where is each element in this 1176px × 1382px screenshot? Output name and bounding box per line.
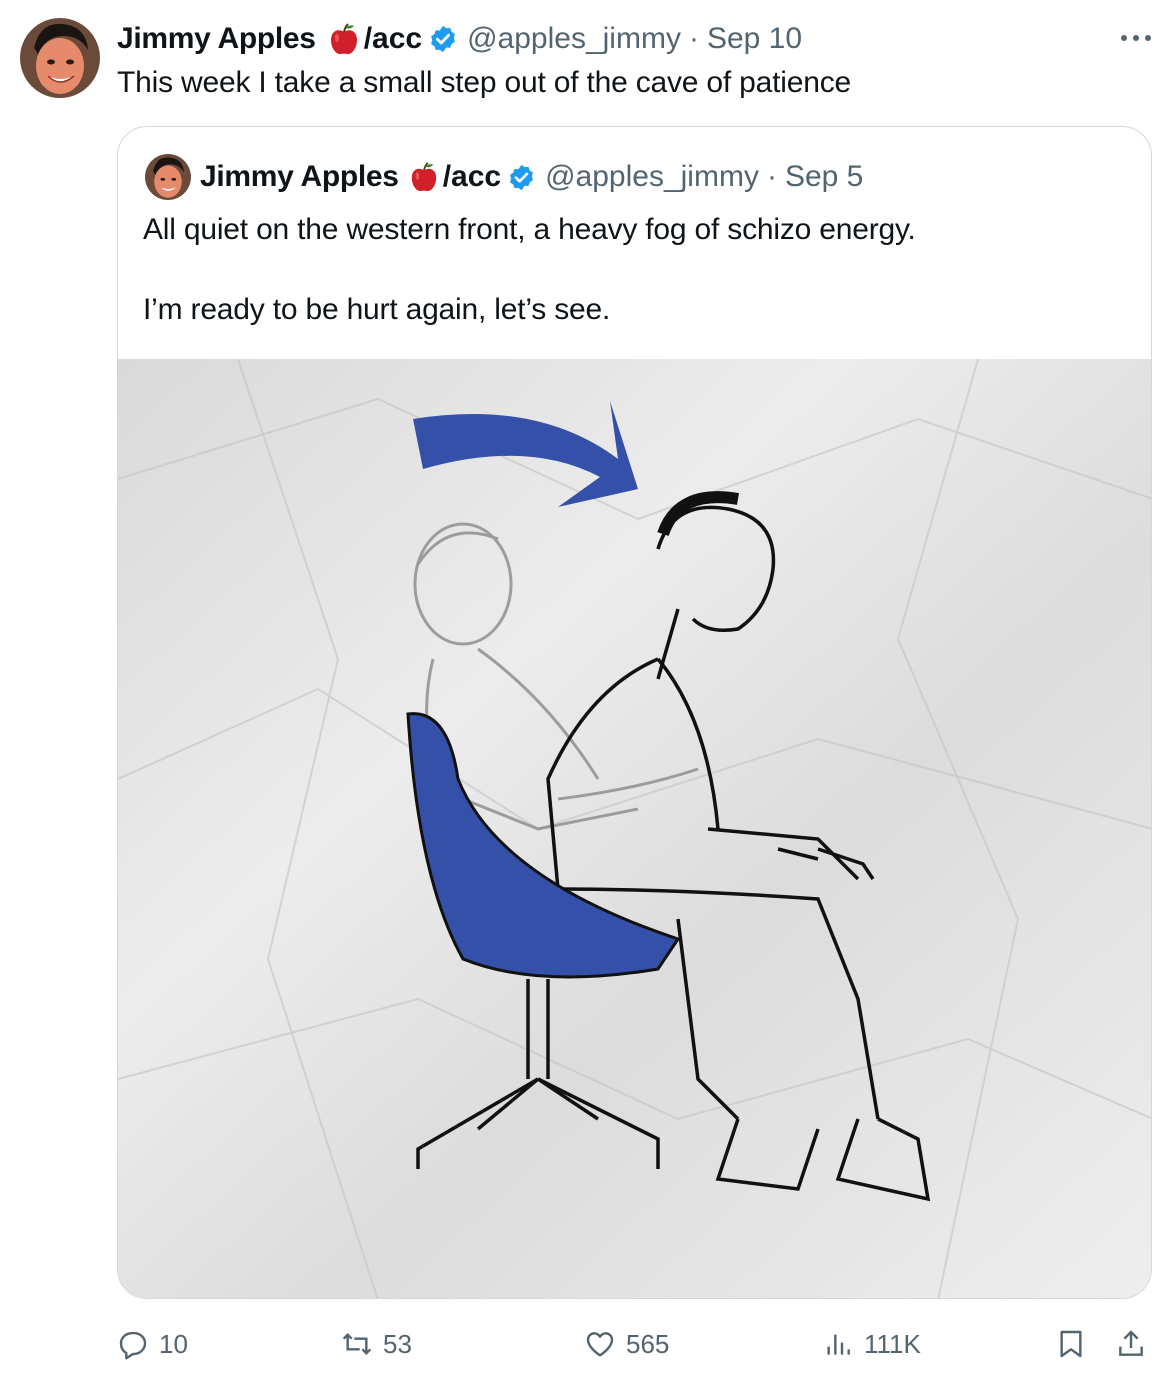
quoted-header: Jimmy Apples /acc @apples_jimmy · Sep 5	[200, 157, 863, 197]
separator-dot: ·	[766, 160, 777, 193]
share-icon	[1119, 1330, 1143, 1356]
separator-dot: ·	[688, 22, 699, 55]
reply-icon	[119, 1331, 147, 1360]
quoted-text-line: All quiet on the western front, a heavy …	[143, 213, 916, 246]
verified-badge-icon	[507, 163, 536, 192]
apple-emoji-icon	[409, 161, 439, 193]
quoted-text-line: I’m ready to be hurt again, let’s see.	[143, 293, 611, 326]
retweet-icon	[342, 1332, 372, 1356]
repost-button[interactable]: 53	[341, 1322, 412, 1366]
reply-button[interactable]: 10	[117, 1322, 188, 1366]
more-icon[interactable]	[1118, 30, 1154, 46]
views-icon	[827, 1334, 850, 1355]
quoted-author-name: Jimmy Apples	[200, 160, 399, 193]
views-count: 111K	[864, 1328, 921, 1359]
author-handle[interactable]: @apples_jimmy	[467, 22, 681, 56]
quoted-tweet[interactable]: Jimmy Apples /acc @apples_jimmy · Sep 5 …	[117, 126, 1152, 1299]
tweet-date[interactable]: Sep 10	[707, 22, 802, 56]
apple-emoji-icon	[328, 22, 360, 56]
quoted-tweet-text: All quiet on the western front, a heavy …	[143, 211, 916, 329]
verified-badge-icon[interactable]	[428, 24, 458, 54]
repost-count: 53	[383, 1328, 412, 1359]
bookmark-button[interactable]	[1055, 1322, 1087, 1366]
share-button[interactable]	[1115, 1322, 1147, 1366]
like-icon	[586, 1332, 614, 1357]
name-suffix: /acc	[363, 22, 423, 55]
quoted-author-avatar	[145, 154, 191, 200]
quoted-tweet-date: Sep 5	[784, 160, 864, 193]
action-bar: 10 53 565 111K	[117, 1322, 1157, 1366]
author-avatar[interactable]	[20, 18, 100, 98]
author-name[interactable]: Jimmy Apples	[117, 22, 316, 56]
bookmark-icon	[1060, 1330, 1082, 1358]
views-button[interactable]: 111K	[822, 1322, 921, 1366]
tweet-header: Jimmy Apples /acc @apples_jimmy · Sep 10	[117, 20, 802, 58]
quoted-tweet-image[interactable]	[118, 359, 1151, 1298]
like-count: 565	[626, 1328, 670, 1359]
reply-count: 10	[159, 1328, 188, 1359]
like-button[interactable]: 565	[584, 1322, 669, 1366]
quoted-author-handle: @apples_jimmy	[545, 160, 759, 193]
tweet-text: This week I take a small step out of the…	[117, 66, 852, 99]
quoted-name-suffix: /acc	[442, 160, 502, 193]
